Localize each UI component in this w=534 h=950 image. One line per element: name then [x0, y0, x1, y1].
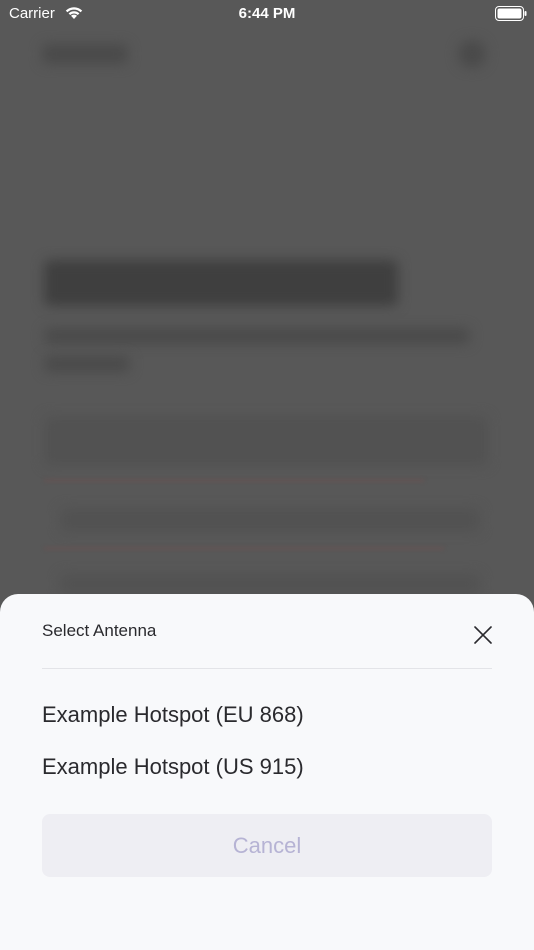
battery-full-icon	[495, 6, 527, 21]
screen: Carrier 6:44 PM Select Antenna Example H…	[0, 0, 534, 950]
background-description-line	[44, 328, 470, 344]
antenna-option-us915[interactable]: Example Hotspot (US 915)	[42, 754, 304, 780]
background-select-field	[44, 416, 488, 466]
background-heading	[44, 260, 398, 306]
sheet-divider	[42, 668, 492, 669]
background-back-button	[42, 44, 128, 64]
background-error-line	[44, 548, 444, 549]
cancel-button[interactable]: Cancel	[42, 814, 492, 877]
background-content	[0, 28, 534, 628]
status-bar: Carrier 6:44 PM	[0, 0, 534, 28]
select-antenna-sheet: Select Antenna Example Hotspot (EU 868) …	[0, 594, 534, 950]
background-input-row	[60, 574, 480, 594]
close-button[interactable]	[470, 622, 496, 648]
background-search-icon	[458, 40, 486, 68]
status-time: 6:44 PM	[238, 5, 296, 22]
background-description-line	[44, 356, 130, 372]
sheet-title: Select Antenna	[42, 621, 157, 640]
antenna-option-eu868[interactable]: Example Hotspot (EU 868)	[42, 702, 304, 728]
background-error-line	[44, 480, 424, 481]
background-input-row	[60, 508, 480, 532]
close-icon	[474, 626, 492, 644]
